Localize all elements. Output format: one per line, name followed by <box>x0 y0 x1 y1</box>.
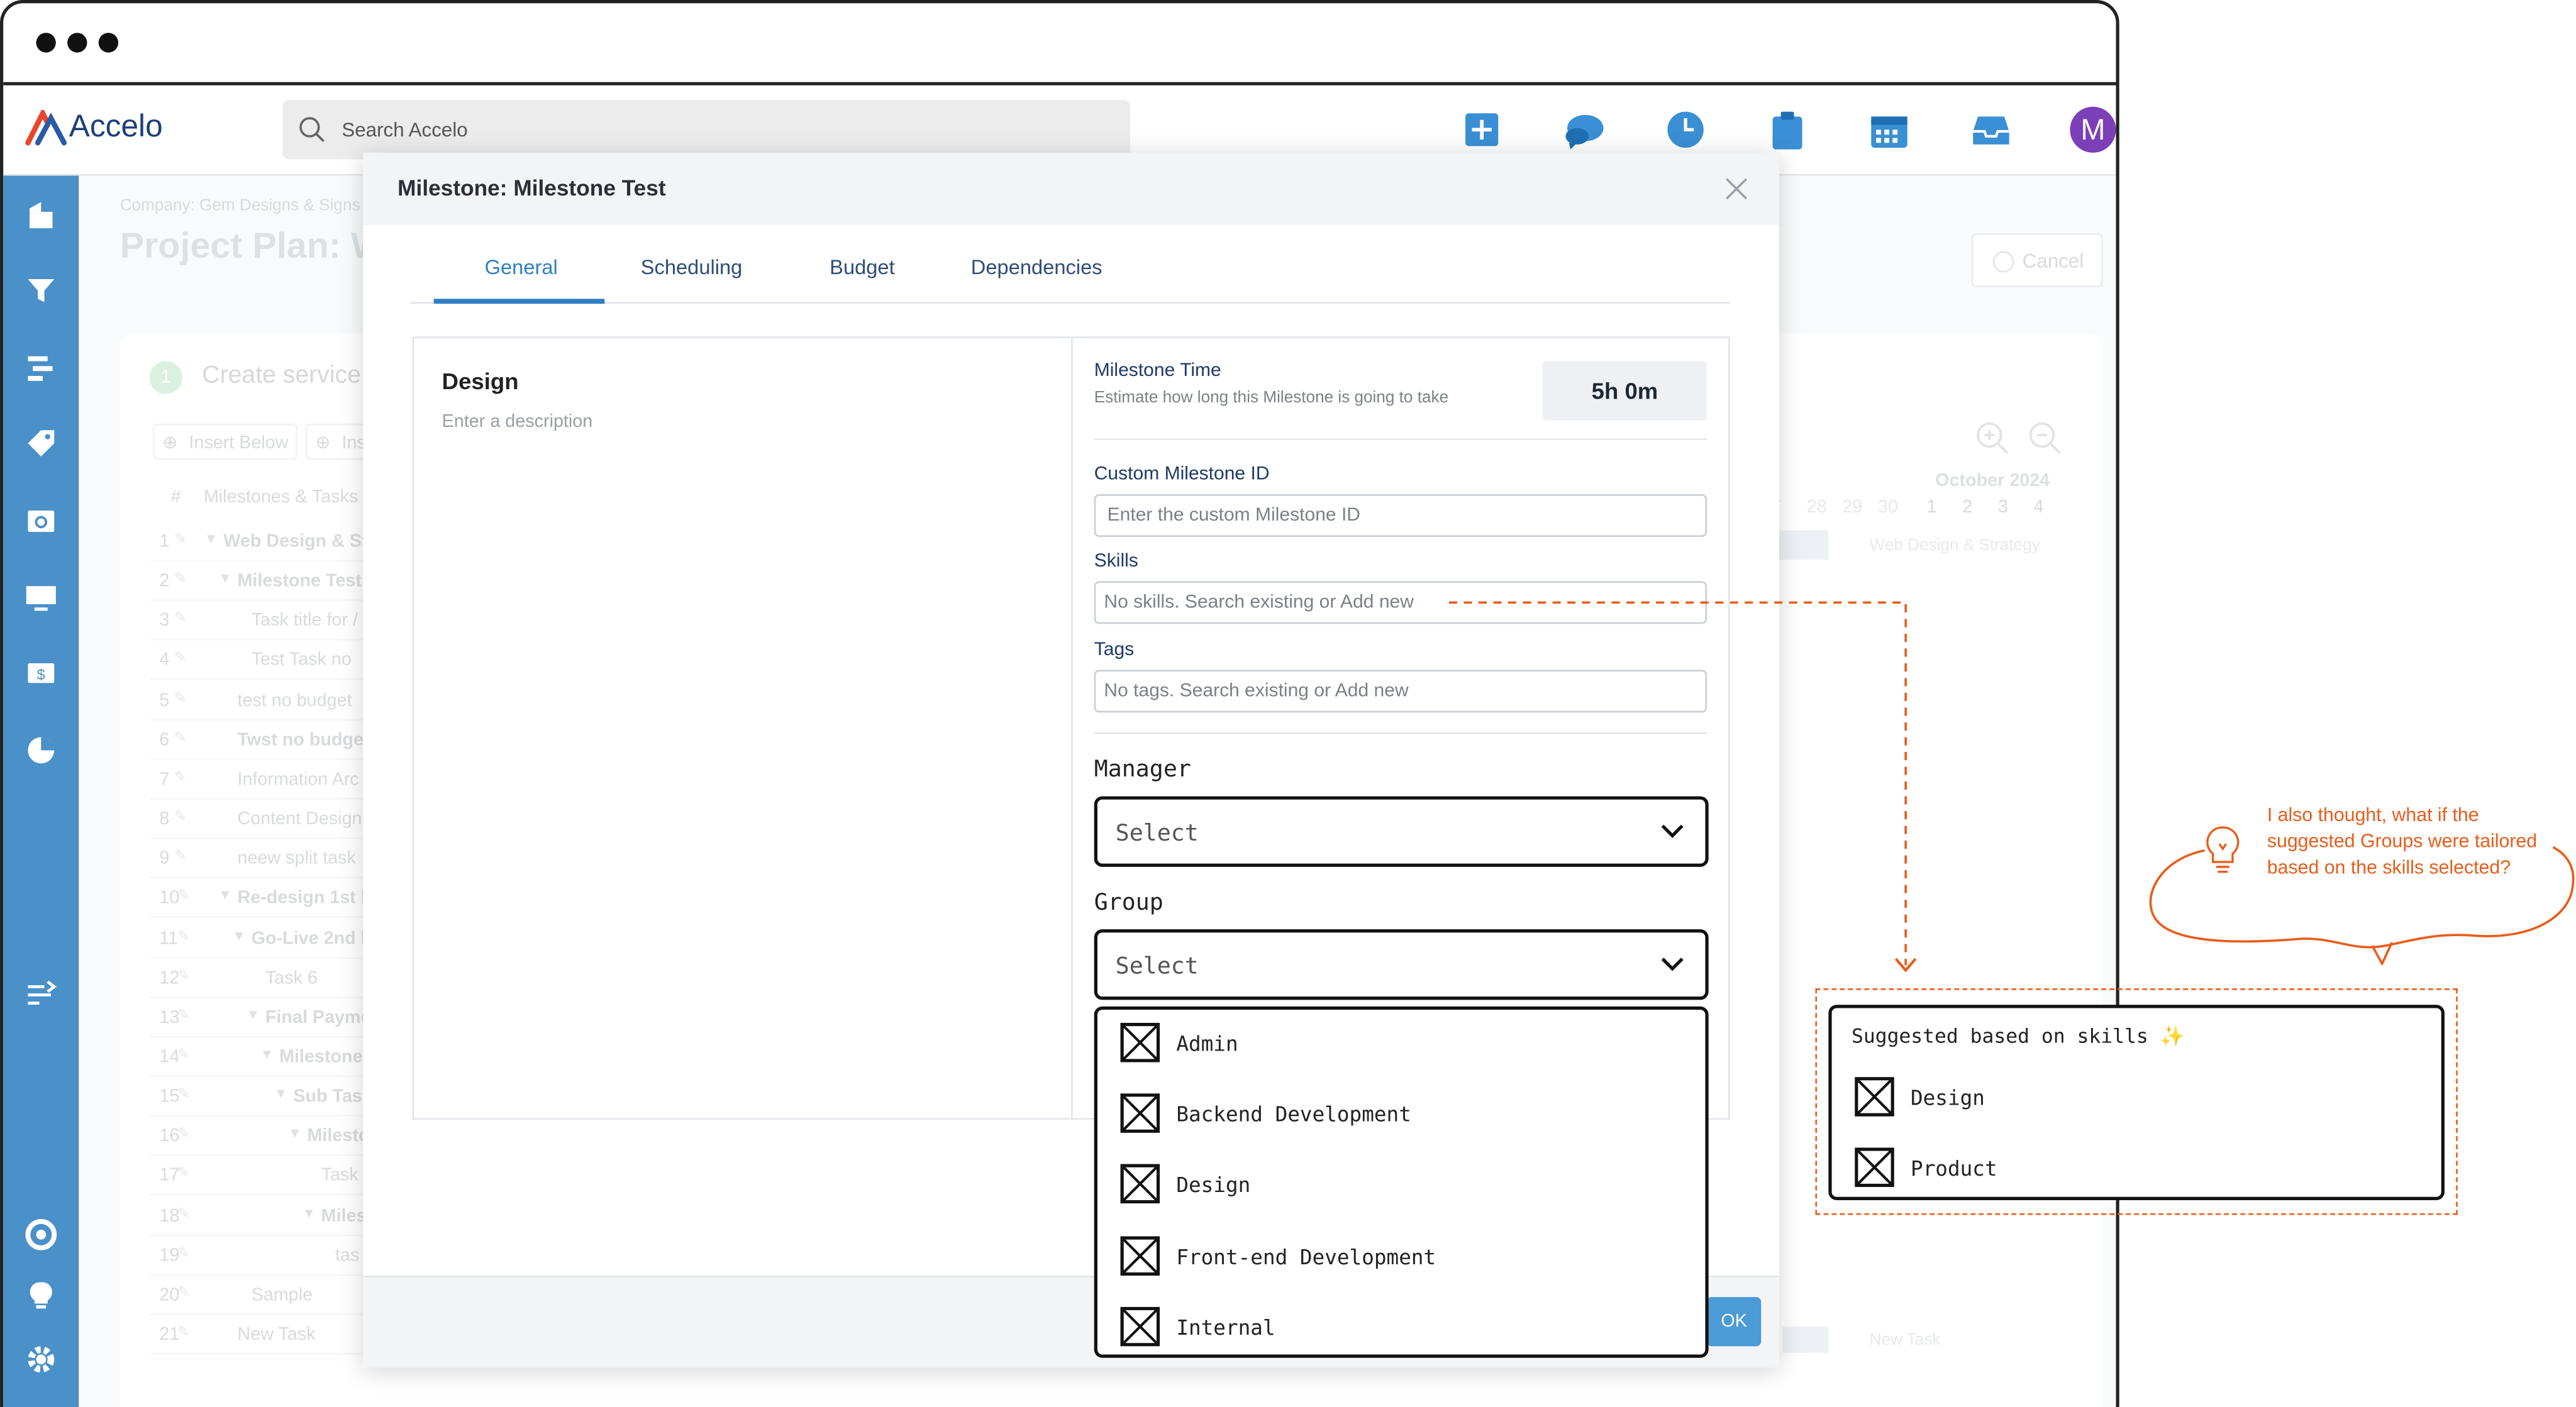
group-option[interactable]: Design <box>1120 1164 1679 1208</box>
group-option[interactable]: Backend Development <box>1120 1093 1679 1137</box>
gear-icon[interactable] <box>25 1343 57 1376</box>
calendar-icon[interactable] <box>1870 112 1909 150</box>
screen: Accelo Search Accelo M $ Company: Gem De… <box>0 0 2576 1407</box>
group-option[interactable]: Internal <box>1120 1306 1679 1349</box>
close-icon[interactable] <box>1725 177 1748 201</box>
tags-label: Tags <box>1094 640 1135 660</box>
tab-scheduling[interactable]: Scheduling <box>641 256 743 279</box>
search-icon <box>299 117 325 142</box>
checkbox-icon[interactable] <box>1120 1093 1160 1134</box>
modal-title: Milestone: Milestone Test <box>397 175 666 201</box>
group-option-label: Design <box>1176 1172 1251 1198</box>
funnel-icon[interactable] <box>25 274 57 307</box>
checkbox-icon[interactable] <box>1120 1235 1160 1276</box>
custom-id-input[interactable]: Enter the custom Milestone ID <box>1094 494 1707 537</box>
group-option[interactable]: Front-end Development <box>1120 1235 1679 1278</box>
collapse-arrow-icon[interactable] <box>25 977 57 1010</box>
suggested-option[interactable]: Product <box>1855 1147 2348 1190</box>
group-options: Admin Backend Development Design Front-end … <box>1097 1010 1706 1354</box>
ok-button[interactable]: OK <box>1707 1297 1762 1347</box>
suggested-option-label: Product <box>1910 1156 1997 1181</box>
group-option-label: Admin <box>1176 1031 1238 1056</box>
add-icon[interactable] <box>1463 112 1499 148</box>
ticket-icon[interactable] <box>25 504 57 537</box>
window-dot-icon[interactable] <box>67 33 87 53</box>
accelo-logo-icon <box>25 109 67 146</box>
description-panel[interactable]: Design Enter a description <box>412 336 1073 1120</box>
sidebar: $ <box>3 175 79 1407</box>
inbox-icon[interactable] <box>1972 113 2011 148</box>
description-placeholder[interactable]: Enter a description <box>442 412 593 431</box>
building-icon[interactable] <box>25 199 57 231</box>
monitor-icon[interactable] <box>25 581 57 614</box>
suggested-option-label: Design <box>1910 1085 1985 1110</box>
lightbulb-icon[interactable] <box>25 1279 57 1311</box>
tab-budget[interactable]: Budget <box>830 256 895 279</box>
milestone-time-label: Milestone Time <box>1094 361 1221 381</box>
group-option-label: Backend Development <box>1176 1101 1411 1127</box>
suggested-options: Design Product <box>1832 1008 2440 1196</box>
milestone-time-value[interactable]: 5h 0m <box>1542 361 1707 421</box>
divider <box>1094 438 1707 440</box>
custom-id-label: Custom Milestone ID <box>1094 465 1270 485</box>
avatar[interactable]: M <box>2070 106 2116 153</box>
window-title-bar <box>3 3 2116 86</box>
clipboard-icon[interactable] <box>1771 110 1804 151</box>
group-option-label: Internal <box>1176 1315 1275 1340</box>
tab-dependencies[interactable]: Dependencies <box>971 256 1102 279</box>
connector-arrow <box>1448 601 1917 973</box>
group-option-label: Front-end Development <box>1176 1244 1436 1269</box>
suggested-groups-panel: Suggested based on skills ✨ Design Produc… <box>1828 1005 2445 1201</box>
checkbox-icon[interactable] <box>1120 1022 1160 1062</box>
group-dropdown: Admin Backend Development Design Front-end … <box>1094 1006 1709 1358</box>
tab-general[interactable]: General <box>485 256 558 279</box>
checkbox-icon[interactable] <box>1855 1147 1894 1188</box>
checkbox-icon[interactable] <box>1855 1077 1894 1117</box>
suggested-option[interactable]: Design <box>1855 1077 2348 1120</box>
checkbox-icon[interactable] <box>1120 1306 1160 1346</box>
milestone-name[interactable]: Design <box>442 368 519 394</box>
skills-label: Skills <box>1094 551 1138 571</box>
manager-select-value: Select <box>1115 820 1199 847</box>
gantt-icon[interactable] <box>25 351 57 384</box>
search-input[interactable]: Search Accelo <box>282 100 1131 160</box>
group-option[interactable]: Admin <box>1120 1022 1679 1066</box>
accelo-logo[interactable]: Accelo <box>25 107 163 150</box>
window-dot-icon[interactable] <box>98 33 119 53</box>
tag-icon[interactable] <box>25 427 57 460</box>
group-label: Group <box>1094 890 1163 917</box>
svg-text:$: $ <box>37 666 45 683</box>
window-dot-icon[interactable] <box>36 33 56 53</box>
manager-label: Manager <box>1094 756 1191 783</box>
clock-icon[interactable] <box>1666 110 1706 150</box>
chat-icon[interactable] <box>1562 112 1605 152</box>
search-placeholder: Search Accelo <box>341 118 468 141</box>
group-select-value: Select <box>1115 954 1199 981</box>
modal-header: Milestone: Milestone Test <box>363 152 1780 225</box>
billing-icon[interactable]: $ <box>25 657 57 690</box>
app-name: Accelo <box>69 109 163 145</box>
milestone-time-hint: Estimate how long this Milestone is goin… <box>1094 389 1449 407</box>
checkbox-icon[interactable] <box>1120 1164 1160 1205</box>
active-tab-indicator <box>433 299 605 304</box>
tab-divider <box>411 302 1730 304</box>
lifebuoy-icon[interactable] <box>25 1218 57 1251</box>
speech-bubble <box>2149 846 2575 966</box>
pie-chart-icon[interactable] <box>25 734 57 766</box>
